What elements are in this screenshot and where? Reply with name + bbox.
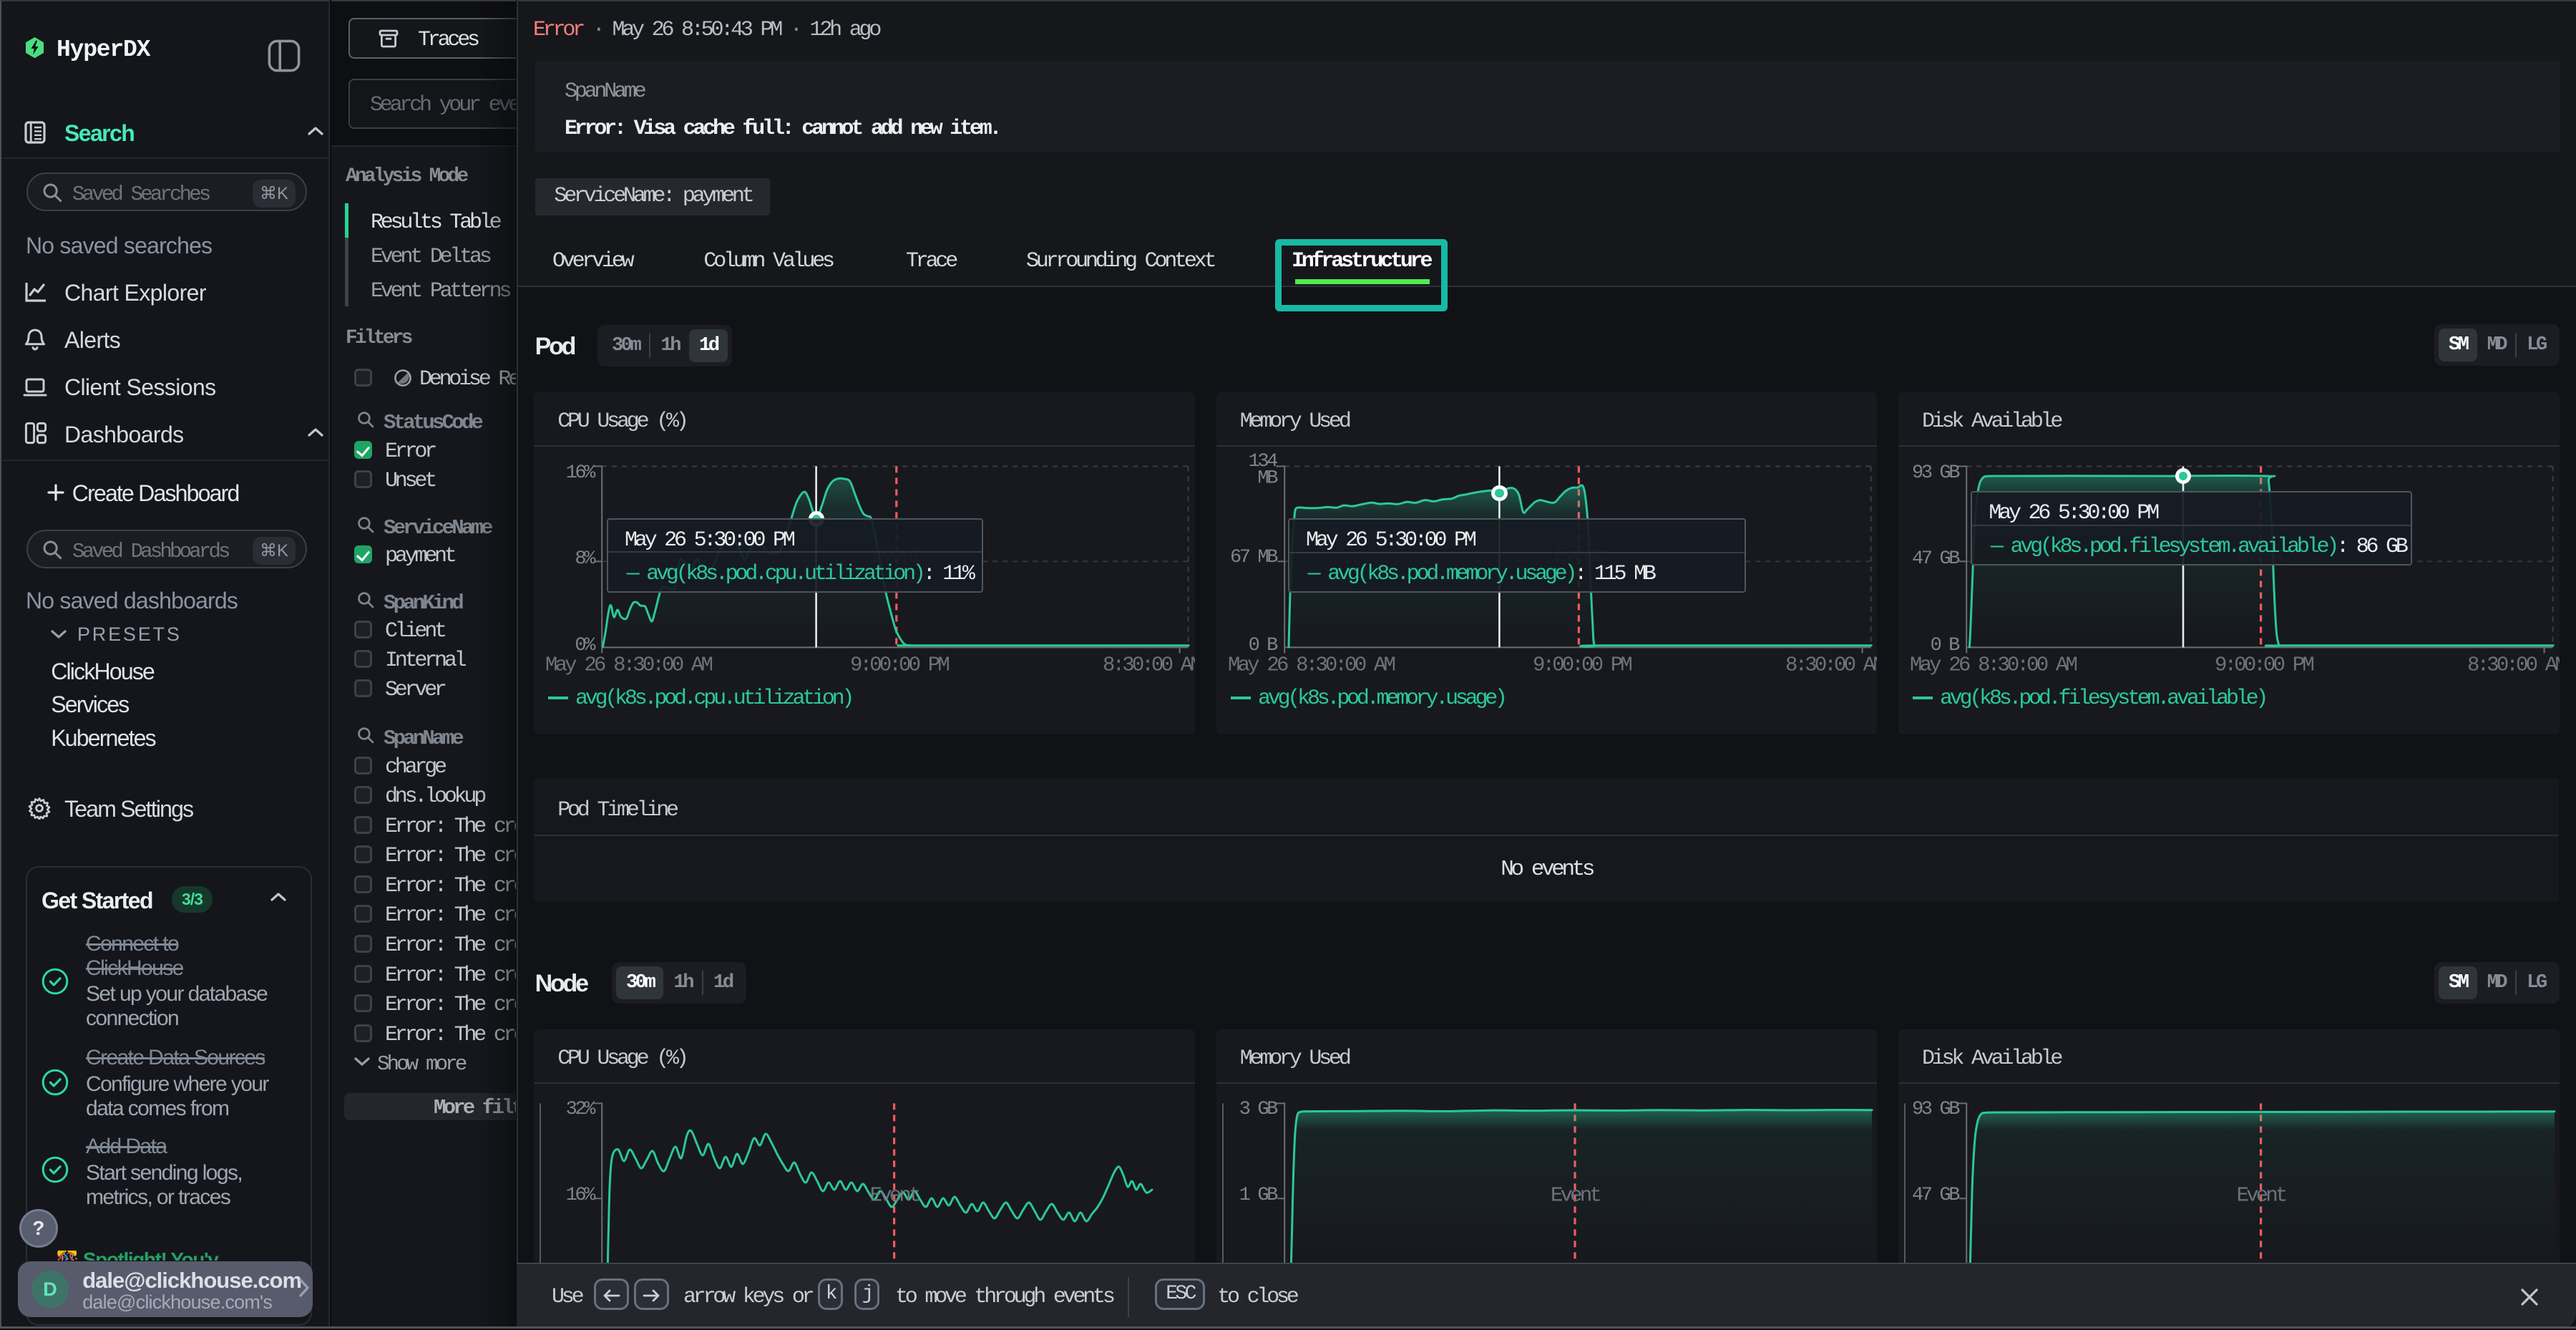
svg-text:avg(k8s.pod.memory.usage): avg(k8s.pod.memory.usage) xyxy=(1258,686,1505,711)
svg-text:avg(k8s.pod.cpu.utilization): avg(k8s.pod.cpu.utilization) xyxy=(575,686,852,711)
svg-text:May 26 8:30:00 AM: May 26 8:30:00 AM xyxy=(1228,653,1395,676)
svg-text:8%: 8% xyxy=(575,548,597,570)
svg-text:8:30:00 AM: 8:30:00 AM xyxy=(1103,653,1194,676)
svg-text:16%: 16% xyxy=(566,462,597,484)
svg-text:Event: Event xyxy=(870,1184,919,1208)
svg-text:67 MB: 67 MB xyxy=(1230,547,1278,568)
svg-text:Event: Event xyxy=(1551,1184,1600,1208)
svg-text:Event: Event xyxy=(2237,1184,2286,1208)
svg-text:9:00:00 PM: 9:00:00 PM xyxy=(850,653,949,676)
svg-text:May 26 8:30:00 AM: May 26 8:30:00 AM xyxy=(1910,653,2077,676)
svg-text:16%: 16% xyxy=(566,1185,597,1206)
svg-text:May 26 8:30:00 AM: May 26 8:30:00 AM xyxy=(545,653,712,676)
svg-text:93 GB: 93 GB xyxy=(1912,1099,1960,1120)
svg-text:3 GB: 3 GB xyxy=(1239,1099,1278,1120)
svg-text:MB: MB xyxy=(1257,467,1278,489)
svg-text:9:00:00 PM: 9:00:00 PM xyxy=(2215,653,2313,676)
svg-text:93 GB: 93 GB xyxy=(1912,462,1960,484)
svg-text:47 GB: 47 GB xyxy=(1912,1185,1960,1206)
svg-text:8:30:00 AM: 8:30:00 AM xyxy=(1785,653,1877,676)
svg-text:32%: 32% xyxy=(566,1099,597,1120)
svg-text:8:30:00 AM: 8:30:00 AM xyxy=(2467,653,2559,676)
svg-text:47 GB: 47 GB xyxy=(1912,548,1960,570)
svg-text:9:00:00 PM: 9:00:00 PM xyxy=(1533,653,1631,676)
svg-text:1 GB: 1 GB xyxy=(1239,1185,1278,1206)
svg-text:avg(k8s.pod.filesystem.availab: avg(k8s.pod.filesystem.available) xyxy=(1940,686,2265,711)
